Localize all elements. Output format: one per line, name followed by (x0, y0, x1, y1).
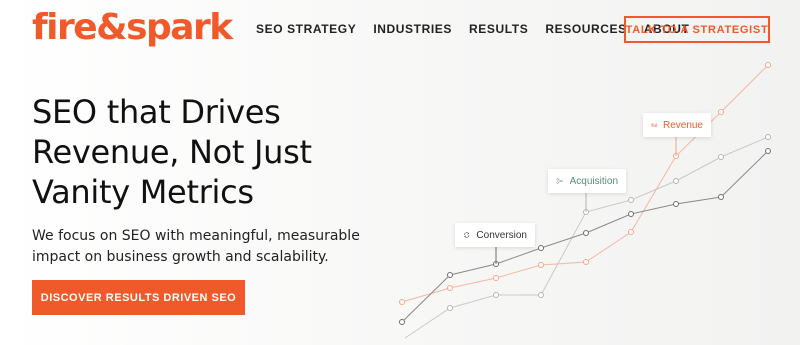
svg-text:$: $ (652, 124, 654, 127)
revenue-icon: $ (651, 123, 657, 127)
conversion-icon (464, 232, 470, 238)
conversion-tag: Conversion (455, 223, 535, 247)
acquisition-icon (556, 178, 563, 184)
revenue-tag-label: Revenue (662, 119, 703, 131)
acquisition-tag: Acquisition (548, 169, 626, 193)
revenue-tag: $ Revenue (643, 113, 711, 137)
acquisition-tag-label: Acquisition (569, 175, 618, 187)
conversion-tag-label: Conversion (476, 229, 527, 241)
growth-graph-illustration (399, 62, 771, 339)
